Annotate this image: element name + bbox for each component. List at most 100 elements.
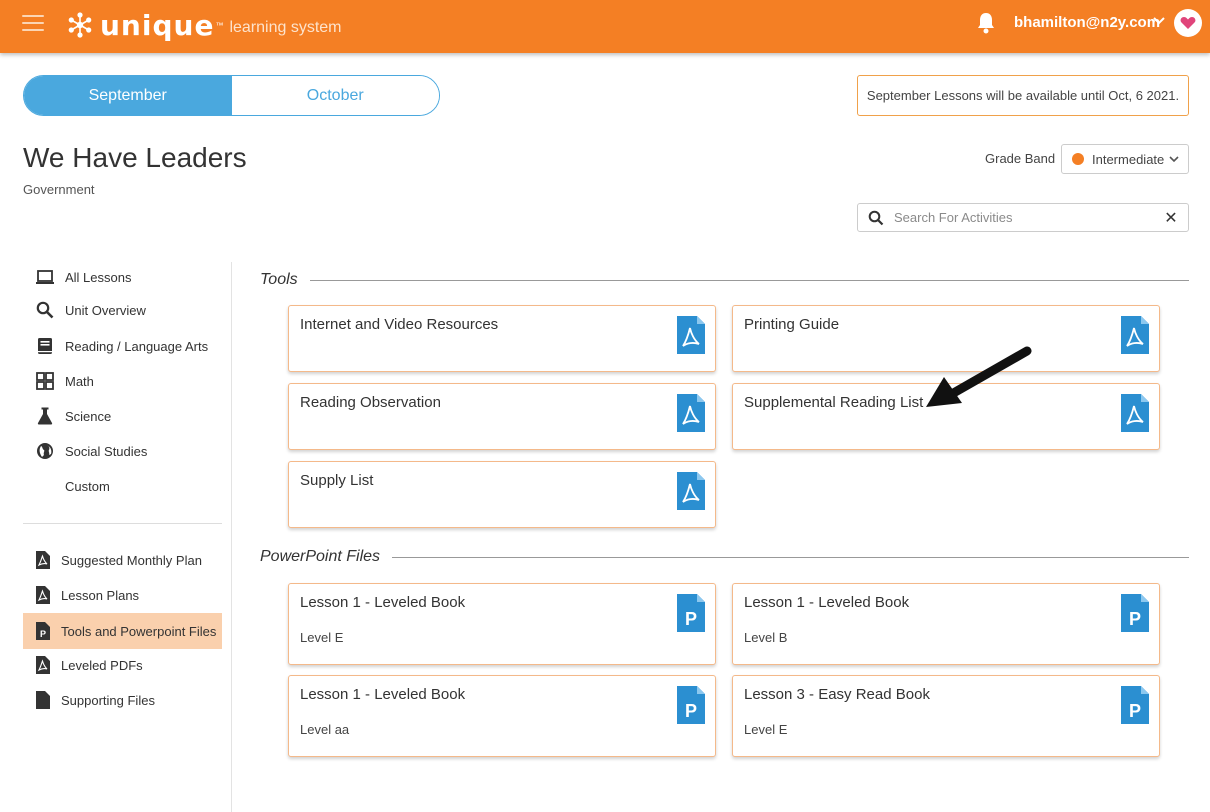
hamburger-menu-icon[interactable] xyxy=(22,15,44,33)
pdf-icon xyxy=(677,472,705,510)
sidebar-item-supporting-files[interactable]: Supporting Files xyxy=(23,685,222,715)
blank-icon xyxy=(35,476,55,496)
avatar[interactable] xyxy=(1174,9,1202,37)
card-title: Lesson 3 - Easy Read Book xyxy=(744,686,930,703)
sidebar-item-science[interactable]: Science xyxy=(23,401,222,431)
laptop-icon xyxy=(35,267,55,287)
logo-wordmark: unique xyxy=(100,8,215,42)
top-bar: unique ™ learning system bhamilton@n2y.c… xyxy=(0,0,1210,53)
svg-text:P: P xyxy=(685,609,697,629)
powerpoint-icon: P xyxy=(677,686,705,724)
svg-text:P: P xyxy=(1129,609,1141,629)
sidebar-divider xyxy=(23,523,222,524)
card-title: Reading Observation xyxy=(300,394,441,411)
powerpoint-icon: P xyxy=(1121,594,1149,632)
sidebar-item-math[interactable]: Math xyxy=(23,366,222,396)
month-tab-october[interactable]: October xyxy=(231,76,439,115)
sidebar-item-label: Custom xyxy=(65,478,110,494)
card-title: Supply List xyxy=(300,472,374,489)
svg-text:P: P xyxy=(685,701,697,721)
svg-text:P: P xyxy=(1129,701,1141,721)
sidebar-item-label: Unit Overview xyxy=(65,302,146,318)
section-heading-powerpoint-files: PowerPoint Files xyxy=(260,548,1189,566)
grade-band-dot-icon xyxy=(1072,153,1084,165)
card-level: Level E xyxy=(744,722,788,737)
powerpoint-icon: P xyxy=(1121,686,1149,724)
pdf-icon xyxy=(1121,394,1149,432)
month-tab-september[interactable]: September xyxy=(24,76,232,115)
sidebar-item-label: Leveled PDFs xyxy=(61,657,143,673)
sidebar-item-label: Tools and Powerpoint Files xyxy=(61,623,217,639)
sidebar-item-reading[interactable]: Reading / Language Arts xyxy=(23,331,222,361)
snowflake-logo-icon xyxy=(68,12,92,38)
sidebar-item-label: Reading / Language Arts xyxy=(65,338,209,354)
sidebar-divider-vertical xyxy=(231,262,232,812)
globe-icon xyxy=(35,441,55,461)
sidebar-item-label: Math xyxy=(65,373,94,389)
sidebar-item-label: Suggested Monthly Plan xyxy=(61,552,202,568)
logo-subtitle: learning system xyxy=(229,19,342,36)
sidebar-item-social-studies[interactable]: Social Studies xyxy=(23,436,222,466)
chevron-down-icon[interactable] xyxy=(1152,14,1166,28)
user-email[interactable]: bhamilton@n2y.com xyxy=(1014,14,1160,31)
card-title: Printing Guide xyxy=(744,316,840,333)
tool-card-internet-and-video-resources[interactable]: Internet and Video Resources xyxy=(288,305,716,372)
section-rule xyxy=(392,556,1189,558)
card-level: Level aa xyxy=(300,722,350,737)
sidebar-item-label: Social Studies xyxy=(65,443,148,459)
sidebar-item-lesson-plans[interactable]: Lesson Plans xyxy=(23,580,222,610)
sidebar-item-tools-and-powerpoint-files[interactable]: P Tools and Powerpoint Files xyxy=(23,613,222,649)
powerpoint-card[interactable]: Lesson 1 - Leveled Book Level aa P xyxy=(288,675,716,757)
book-icon xyxy=(35,336,55,356)
search-icon xyxy=(868,210,884,225)
page-subtitle: Government xyxy=(23,182,95,197)
card-title: Lesson 1 - Leveled Book xyxy=(300,686,466,703)
sidebar-item-unit-overview[interactable]: Unit Overview xyxy=(23,295,222,325)
page-title: We Have Leaders xyxy=(23,142,247,173)
grade-band-label: Grade Band xyxy=(985,151,1056,166)
sidebar-item-label: Science xyxy=(65,408,112,424)
pdf-file-icon xyxy=(33,585,53,605)
search-icon xyxy=(35,300,55,320)
sidebar-item-label: Lesson Plans xyxy=(61,587,140,603)
pdf-file-icon xyxy=(33,655,53,675)
availability-notice: September Lessons will be available unti… xyxy=(857,75,1189,116)
powerpoint-card[interactable]: Lesson 1 - Leveled Book Level E P xyxy=(288,583,716,665)
logo-trademark: ™ xyxy=(215,20,224,30)
powerpoint-card[interactable]: Lesson 3 - Easy Read Book Level E P xyxy=(732,675,1160,757)
sidebar-item-leveled-pdfs[interactable]: Leveled PDFs xyxy=(23,650,222,680)
sidebar-item-all-lessons[interactable]: All Lessons xyxy=(23,262,222,292)
tool-card-reading-observation[interactable]: Reading Observation xyxy=(288,383,716,450)
section-heading-tools: Tools xyxy=(260,271,1189,289)
sidebar-item-custom[interactable]: Custom xyxy=(23,471,222,501)
grade-band-select[interactable]: Intermediate xyxy=(1061,144,1189,174)
powerpoint-file-icon: P xyxy=(33,621,53,641)
section-heading-text: Tools xyxy=(260,271,298,288)
calculator-icon xyxy=(35,371,55,391)
card-level: Level B xyxy=(744,630,788,645)
logo[interactable]: unique ™ learning system xyxy=(66,8,341,42)
tool-card-supply-list[interactable]: Supply List xyxy=(288,461,716,528)
bell-icon[interactable] xyxy=(975,11,997,35)
file-icon xyxy=(33,690,53,710)
search-input[interactable] xyxy=(894,210,1160,225)
pdf-icon xyxy=(677,394,705,432)
sidebar-item-suggested-monthly-plan[interactable]: Suggested Monthly Plan xyxy=(23,545,222,575)
card-title: Supplemental Reading List xyxy=(744,394,924,411)
powerpoint-card[interactable]: Lesson 1 - Leveled Book Level B P xyxy=(732,583,1160,665)
clear-search-icon[interactable]: ✕ xyxy=(1160,208,1182,228)
card-title: Lesson 1 - Leveled Book xyxy=(300,594,466,611)
card-level: Level E xyxy=(300,630,344,645)
svg-text:P: P xyxy=(40,629,46,639)
section-heading-text: PowerPoint Files xyxy=(260,548,381,565)
annotation-arrow-icon xyxy=(926,346,1032,407)
flask-icon xyxy=(35,406,55,426)
pdf-file-icon xyxy=(33,550,53,570)
powerpoint-icon: P xyxy=(677,594,705,632)
pdf-icon xyxy=(1121,316,1149,354)
section-rule xyxy=(309,279,1189,281)
heart-icon xyxy=(1180,17,1196,29)
sidebar-item-label: Supporting Files xyxy=(61,692,155,708)
month-toggle: September October xyxy=(23,75,440,116)
card-title: Internet and Video Resources xyxy=(300,316,499,333)
